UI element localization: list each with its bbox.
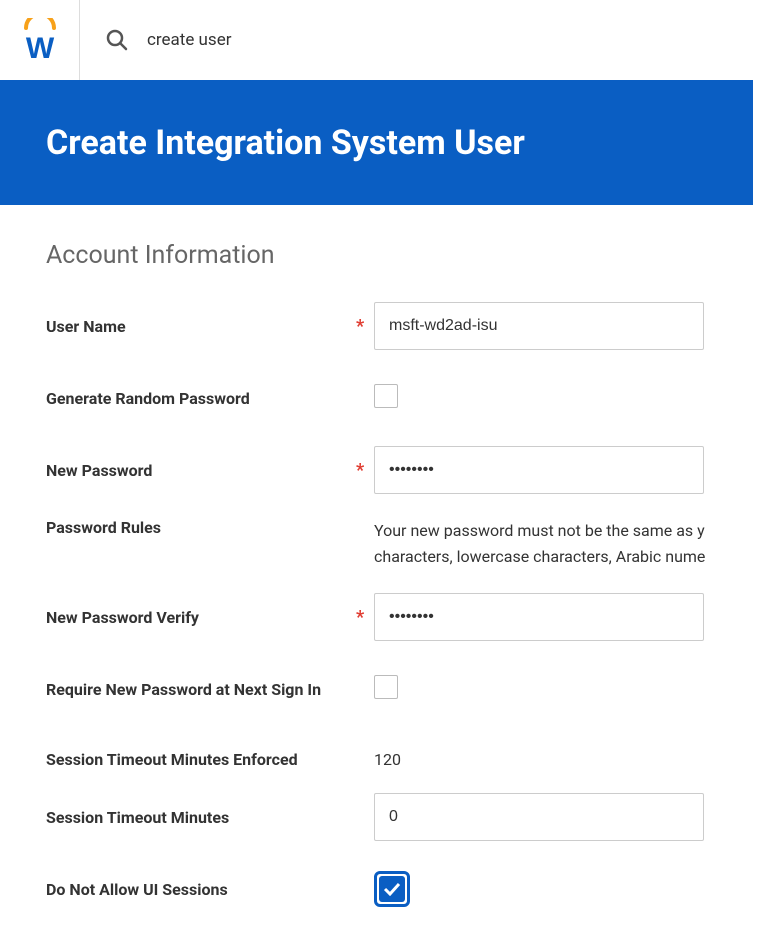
section-title: Account Information <box>46 241 777 270</box>
row-no-ui-sessions: Do Not Allow UI Sessions <box>46 865 777 913</box>
new-password-input[interactable] <box>374 446 704 494</box>
svg-text:W: W <box>25 32 54 62</box>
row-user-name: User Name * <box>46 300 777 352</box>
page-banner: Create Integration System User <box>0 80 753 205</box>
label-require-new-password: Require New Password at Next Sign In <box>46 680 356 699</box>
page-title: Create Integration System User <box>46 123 525 163</box>
row-new-password: New Password * <box>46 444 777 496</box>
row-timeout-enforced: Session Timeout Minutes Enforced 120 <box>46 735 777 783</box>
row-password-rules: Password Rules Your new password must no… <box>46 518 777 569</box>
workday-logo[interactable]: W <box>0 0 80 80</box>
row-require-new-password: Require New Password at Next Sign In <box>46 665 777 713</box>
row-new-password-verify: New Password Verify * <box>46 591 777 643</box>
workday-logo-icon: W <box>22 18 58 62</box>
required-mark: * <box>356 460 374 481</box>
search-text: create user <box>147 30 231 50</box>
new-password-verify-input[interactable] <box>374 593 704 641</box>
label-timeout-minutes: Session Timeout Minutes <box>46 808 356 827</box>
form-content: Account Information User Name * Generate… <box>0 205 777 913</box>
search-area[interactable]: create user <box>80 28 231 52</box>
row-timeout-minutes: Session Timeout Minutes <box>46 791 777 843</box>
row-generate-random-password: Generate Random Password <box>46 374 777 422</box>
require-new-password-checkbox[interactable] <box>374 675 398 699</box>
timeout-minutes-input[interactable] <box>374 793 704 841</box>
required-mark: * <box>356 607 374 628</box>
top-bar: W create user <box>0 0 777 80</box>
no-ui-sessions-checkbox[interactable] <box>374 871 410 907</box>
label-new-password: New Password <box>46 461 356 480</box>
checkmark-icon <box>383 882 401 896</box>
timeout-enforced-value: 120 <box>374 750 401 769</box>
label-generate-random-password: Generate Random Password <box>46 389 356 408</box>
label-no-ui-sessions: Do Not Allow UI Sessions <box>46 880 356 899</box>
user-name-input[interactable] <box>374 302 704 350</box>
label-timeout-enforced: Session Timeout Minutes Enforced <box>46 750 356 769</box>
label-user-name: User Name <box>46 317 356 336</box>
password-rules-text-line2: characters, lowercase characters, Arabic… <box>374 544 754 570</box>
label-new-password-verify: New Password Verify <box>46 608 356 627</box>
password-rules-text-line1: Your new password must not be the same a… <box>374 518 754 544</box>
required-mark: * <box>356 316 374 337</box>
search-icon <box>105 28 129 52</box>
generate-random-password-checkbox[interactable] <box>374 384 398 408</box>
label-password-rules: Password Rules <box>46 518 356 537</box>
